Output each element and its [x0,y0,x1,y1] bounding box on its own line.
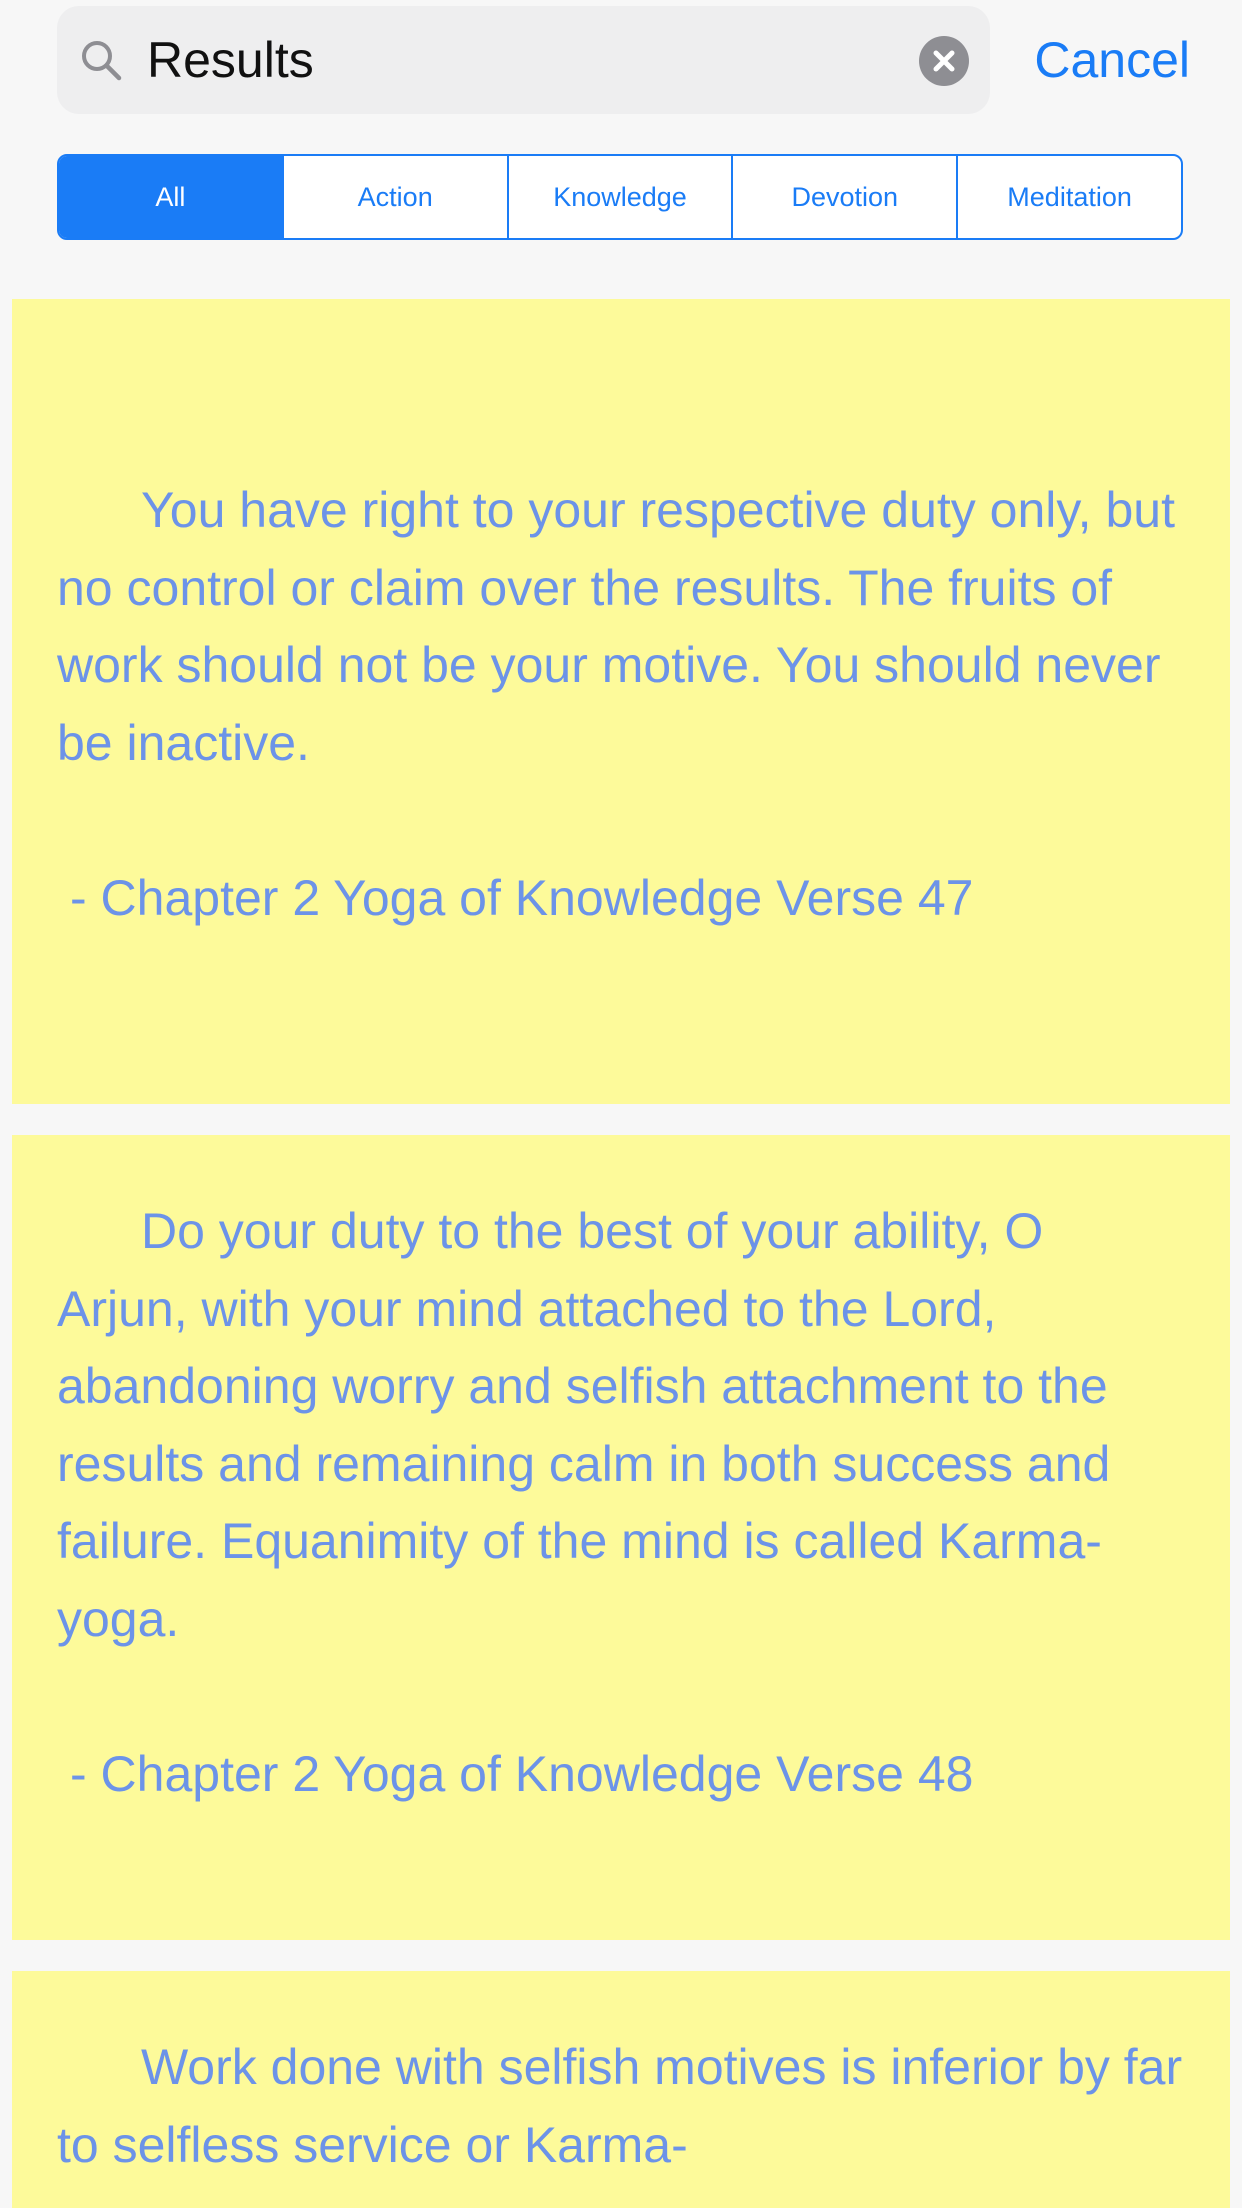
search-results-screen: Cancel All Action Knowledge Devotion Med… [0,0,1242,2208]
search-input[interactable] [147,6,927,114]
clear-icon [933,50,955,72]
segment-devotion[interactable]: Devotion [731,156,956,238]
search-icon [82,41,122,81]
clear-search-button[interactable] [919,36,969,86]
result-card[interactable]: Work done with selfish motives is inferi… [12,1971,1230,2208]
category-segmented-control: All Action Knowledge Devotion Meditation [57,154,1183,240]
search-bar: Cancel [0,0,1242,130]
quote-text: Do your duty to the best of your ability… [57,1203,1111,1647]
segment-meditation[interactable]: Meditation [956,156,1181,238]
cancel-button[interactable]: Cancel [1020,20,1190,100]
result-card[interactable]: Do your duty to the best of your ability… [12,1135,1230,1940]
segment-all[interactable]: All [59,156,282,238]
verse-reference: - Chapter 2 Yoga of Knowledge Verse 47 [70,869,974,926]
search-field[interactable] [57,6,990,114]
segment-knowledge[interactable]: Knowledge [506,156,732,238]
quote-text: You have right to your respective duty o… [57,482,1175,771]
quote-text: Work done with selfish motives is inferi… [57,2039,1183,2173]
verse-reference: - Chapter 2 Yoga of Knowledge Verse 48 [70,1745,974,1802]
segment-action[interactable]: Action [281,156,507,238]
result-card[interactable]: You have right to your respective duty o… [12,299,1230,1104]
